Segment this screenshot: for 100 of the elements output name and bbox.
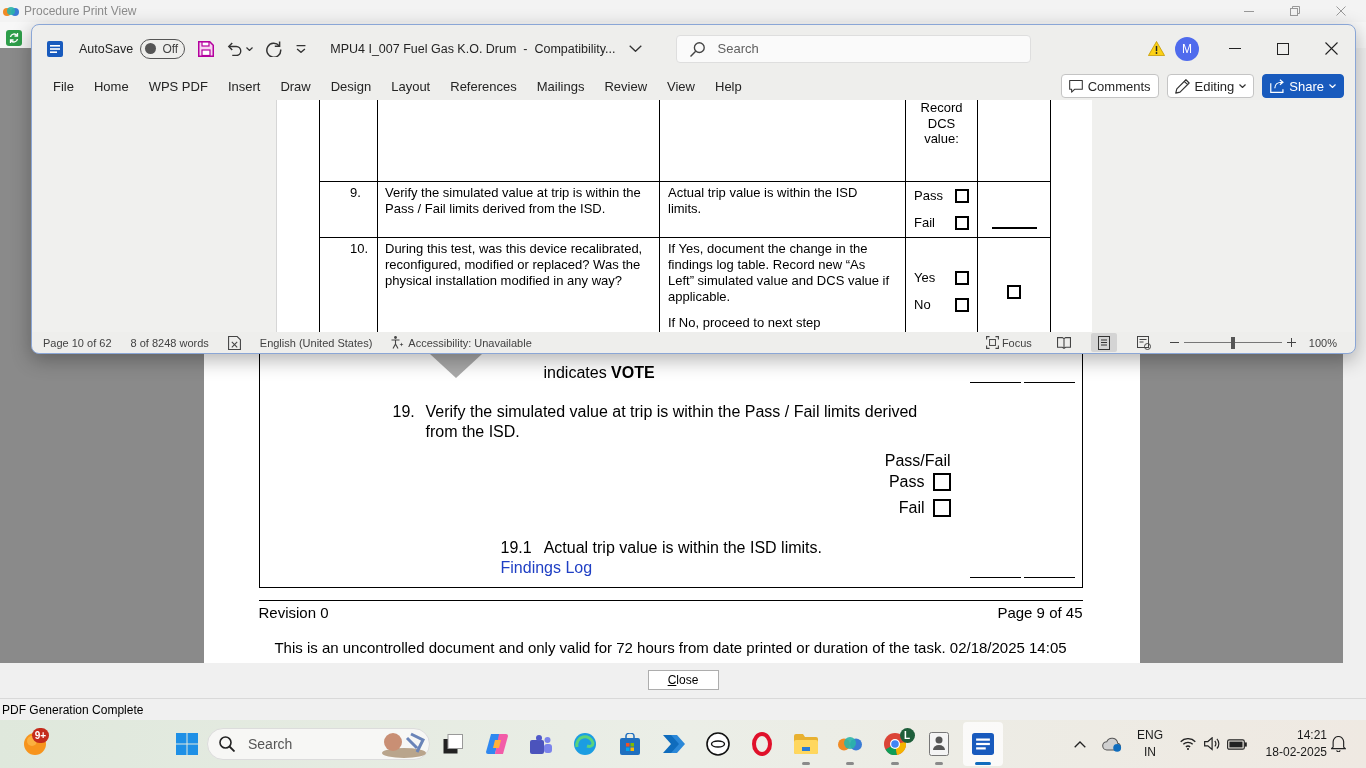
search-field[interactable]: Search — [675, 34, 1031, 63]
result-heading: Pass/Fail — [884, 451, 951, 471]
region-indicator[interactable]: IN — [1144, 744, 1156, 761]
option-label: Pass — [888, 472, 925, 492]
result-label: Record DCS value: — [919, 100, 964, 147]
person-sparkle-icon[interactable] — [391, 336, 405, 349]
ring-logo-icon[interactable] — [705, 732, 730, 756]
step-number: 9. — [350, 185, 361, 200]
close-icon[interactable] — [1324, 42, 1338, 55]
step-number: 19. — [392, 402, 416, 422]
ring-icon[interactable] — [752, 732, 773, 756]
account-avatar[interactable]: M — [1175, 36, 1199, 61]
option-label: Yes — [914, 269, 936, 287]
checkbox[interactable] — [1007, 284, 1021, 299]
frame-corners-icon[interactable] — [985, 336, 999, 349]
disclaimer-text: This is an uncontrolled document and only valid for 72 hours from date printed or duration of the task. 02/18/2025 14:05 — [274, 639, 1067, 656]
ribbon-tab[interactable]: Design — [320, 72, 382, 100]
findings-log-link[interactable]: Findings Log — [500, 558, 593, 578]
step-text: Actual trip value is within the ISD limits. — [543, 538, 822, 558]
clock-time[interactable]: 14:21 — [1296, 727, 1327, 744]
option-label: Fail — [898, 498, 925, 518]
checkbox[interactable] — [955, 298, 969, 312]
checkbox[interactable] — [955, 271, 969, 285]
close-button[interactable]: Close — [647, 670, 719, 690]
plus-icon[interactable] — [1286, 338, 1296, 347]
ribbon-tab[interactable]: Layout — [381, 72, 441, 100]
accessibility-status[interactable]: Accessibility: Unavailable — [408, 336, 532, 349]
criteria-text: If Yes, document the change in the findings log table. Record new “As Left” simulated value and DCS value if applicable. — [668, 241, 891, 305]
highlight-drawing — [381, 730, 427, 758]
wifi-icon[interactable] — [1180, 738, 1196, 750]
ribbon-tab[interactable]: Home — [83, 72, 139, 100]
language-indicator[interactable]: ENG — [1137, 727, 1163, 744]
id-card-icon[interactable] — [928, 732, 949, 756]
slider-thumb[interactable] — [1230, 336, 1235, 349]
ribbon-tab[interactable]: WPS PDF — [138, 72, 218, 100]
circular-arrows-icon[interactable] — [6, 30, 22, 46]
chevron-down-icon[interactable] — [628, 45, 642, 52]
language-label[interactable]: English (United States) — [259, 336, 373, 349]
ribbon-tab[interactable]: View — [657, 72, 705, 100]
cluster-icon[interactable] — [838, 736, 863, 752]
minus-icon[interactable] — [1169, 342, 1179, 343]
criteria-text: If No, proceed to next step — [668, 315, 822, 331]
step-number: 10. — [350, 241, 369, 256]
maximize-icon[interactable] — [1277, 42, 1289, 55]
restore-icon[interactable] — [1290, 6, 1300, 16]
status-text: PDF Generation Complete — [2, 702, 144, 717]
checkbox[interactable] — [932, 473, 951, 491]
ribbon-tab[interactable]: Review — [594, 72, 658, 100]
chevron-up-icon[interactable] — [1074, 740, 1086, 748]
cloud-icon[interactable] — [1102, 736, 1122, 752]
double-chevron-icon[interactable] — [662, 735, 685, 753]
ribbon-tab[interactable]: Insert — [217, 72, 271, 100]
circular-arrow-icon[interactable] — [266, 40, 283, 57]
battery-icon[interactable] — [1227, 738, 1247, 750]
document-tile-icon[interactable] — [971, 733, 994, 755]
speaker-icon[interactable] — [1204, 737, 1220, 751]
ribbon-tab[interactable]: Mailings — [526, 72, 595, 100]
pencil-icon — [1174, 78, 1190, 94]
stacked-squares-icon[interactable] — [443, 734, 463, 754]
shopping-bag-icon[interactable] — [619, 733, 640, 755]
folder-icon[interactable] — [794, 734, 819, 754]
checkbox[interactable] — [955, 216, 969, 230]
page-count: Page 10 of 62 — [43, 336, 112, 349]
back-arrow-icon[interactable] — [227, 41, 243, 56]
zoom-level[interactable]: 100% — [1308, 336, 1337, 349]
slanted-bars-icon[interactable] — [486, 734, 509, 754]
ribbon-tab[interactable]: References — [440, 72, 527, 100]
taskbar-button[interactable] — [962, 722, 1003, 766]
notification-badge: 9+ — [32, 728, 49, 743]
clock-date[interactable]: 18-02-2025 — [1265, 744, 1327, 761]
comments-button[interactable]: Comments — [1060, 74, 1159, 98]
step-text: Verify the simulated value at trip is within the Pass / Fail limits derived from the ISD. — [425, 402, 919, 442]
bar-chevron-icon[interactable] — [296, 44, 307, 53]
ribbon-tab[interactable]: Help — [705, 72, 752, 100]
wave-circle-icon[interactable] — [574, 733, 597, 755]
page-number: Page 9 of 45 — [997, 604, 1083, 622]
book-icon — [1056, 336, 1071, 349]
checkbox[interactable] — [932, 499, 951, 517]
document-cross-icon[interactable] — [227, 335, 241, 350]
option-label: No — [914, 296, 931, 314]
minimize-icon[interactable] — [1244, 10, 1254, 12]
step-text: indicates VOTE — [543, 363, 655, 383]
ribbon-tab[interactable]: File — [43, 72, 84, 100]
word-count: 8 of 8248 words — [130, 336, 209, 349]
checkbox[interactable] — [955, 189, 969, 203]
document-tile-icon[interactable] — [47, 40, 63, 57]
people-icon[interactable] — [530, 734, 553, 754]
bell-icon[interactable] — [1331, 736, 1346, 752]
share-button[interactable]: Share — [1262, 74, 1344, 98]
ribbon-tab[interactable]: Draw — [270, 72, 321, 100]
search-field[interactable]: Search — [207, 728, 430, 760]
caret-icon[interactable] — [246, 46, 254, 51]
warning-icon[interactable] — [1148, 41, 1165, 56]
search-icon — [219, 736, 235, 752]
segmented-circle-icon[interactable] — [883, 733, 906, 755]
focus-button[interactable]: Focus — [1001, 336, 1032, 349]
criteria-text: Actual trip value is within the ISD limits. — [668, 185, 859, 217]
editing-button[interactable]: Editing — [1166, 74, 1255, 98]
print-layout-button[interactable] — [1090, 333, 1117, 352]
caret-icon[interactable] — [1239, 84, 1247, 88]
